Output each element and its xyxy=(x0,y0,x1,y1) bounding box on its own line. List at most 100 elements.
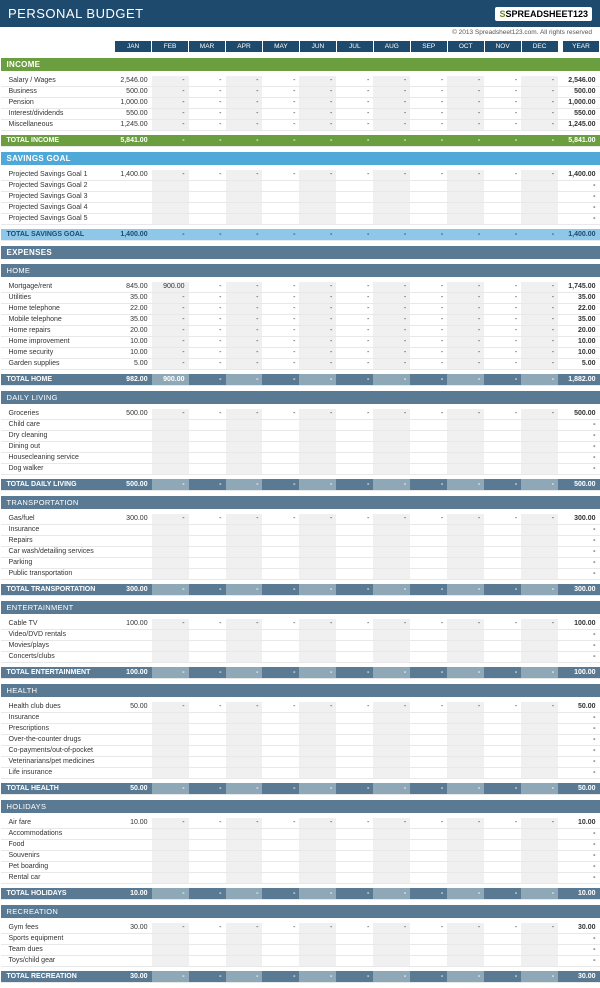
cell[interactable] xyxy=(189,828,226,839)
cell[interactable] xyxy=(299,463,336,474)
cell[interactable]: - xyxy=(373,314,410,325)
cell[interactable]: - xyxy=(373,108,410,119)
cell[interactable] xyxy=(410,651,447,662)
cell[interactable] xyxy=(115,767,152,778)
cell[interactable]: - xyxy=(226,347,263,358)
cell[interactable]: - xyxy=(152,119,189,130)
cell[interactable] xyxy=(115,535,152,546)
cell[interactable] xyxy=(299,712,336,723)
cell[interactable] xyxy=(226,767,263,778)
cell[interactable] xyxy=(115,452,152,463)
cell[interactable] xyxy=(336,441,373,452)
cell[interactable]: - xyxy=(521,170,558,181)
cell[interactable] xyxy=(189,723,226,734)
cell[interactable]: - xyxy=(373,619,410,630)
cell[interactable]: - xyxy=(262,119,299,130)
cell[interactable] xyxy=(373,441,410,452)
cell[interactable] xyxy=(521,419,558,430)
cell[interactable]: - xyxy=(373,282,410,293)
cell[interactable] xyxy=(484,651,521,662)
cell[interactable] xyxy=(262,546,299,557)
cell[interactable] xyxy=(262,180,299,191)
cell[interactable]: - xyxy=(410,923,447,934)
cell[interactable]: - xyxy=(447,292,484,303)
cell[interactable] xyxy=(115,651,152,662)
cell[interactable] xyxy=(226,419,263,430)
cell[interactable] xyxy=(299,191,336,202)
cell[interactable]: - xyxy=(410,108,447,119)
cell[interactable]: - xyxy=(299,314,336,325)
cell[interactable] xyxy=(484,557,521,568)
cell[interactable] xyxy=(521,524,558,535)
cell[interactable]: - xyxy=(447,514,484,525)
cell[interactable]: - xyxy=(410,119,447,130)
cell[interactable]: - xyxy=(189,76,226,87)
cell[interactable] xyxy=(226,441,263,452)
cell[interactable] xyxy=(373,745,410,756)
cell[interactable]: - xyxy=(189,325,226,336)
cell[interactable] xyxy=(336,180,373,191)
cell[interactable]: - xyxy=(226,358,263,369)
cell[interactable]: - xyxy=(447,303,484,314)
cell[interactable]: - xyxy=(226,97,263,108)
cell[interactable]: - xyxy=(189,409,226,420)
cell[interactable]: - xyxy=(189,702,226,713)
cell[interactable] xyxy=(152,944,189,955)
cell[interactable]: - xyxy=(410,336,447,347)
cell[interactable]: - xyxy=(336,97,373,108)
cell[interactable] xyxy=(336,712,373,723)
cell[interactable] xyxy=(299,557,336,568)
cell[interactable]: - xyxy=(262,76,299,87)
cell[interactable] xyxy=(262,839,299,850)
cell[interactable] xyxy=(521,202,558,213)
cell[interactable] xyxy=(226,651,263,662)
cell[interactable] xyxy=(484,734,521,745)
cell[interactable] xyxy=(447,568,484,579)
cell[interactable]: - xyxy=(410,170,447,181)
cell[interactable] xyxy=(373,524,410,535)
cell[interactable] xyxy=(484,828,521,839)
cell[interactable] xyxy=(299,839,336,850)
cell[interactable] xyxy=(336,546,373,557)
cell[interactable]: - xyxy=(336,358,373,369)
cell[interactable] xyxy=(152,872,189,883)
cell[interactable] xyxy=(189,202,226,213)
cell[interactable] xyxy=(373,535,410,546)
cell[interactable] xyxy=(262,524,299,535)
cell[interactable] xyxy=(447,419,484,430)
cell[interactable]: - xyxy=(226,336,263,347)
cell[interactable]: 845.00 xyxy=(115,282,152,293)
cell[interactable]: - xyxy=(521,514,558,525)
cell[interactable] xyxy=(410,629,447,640)
cell[interactable]: - xyxy=(336,514,373,525)
cell[interactable] xyxy=(336,202,373,213)
cell[interactable]: - xyxy=(447,97,484,108)
cell[interactable] xyxy=(521,734,558,745)
cell[interactable] xyxy=(115,745,152,756)
cell[interactable] xyxy=(373,712,410,723)
cell[interactable]: 300.00 xyxy=(115,514,152,525)
cell[interactable] xyxy=(521,933,558,944)
cell[interactable] xyxy=(521,712,558,723)
cell[interactable] xyxy=(410,767,447,778)
cell[interactable] xyxy=(262,419,299,430)
cell[interactable]: - xyxy=(262,97,299,108)
cell[interactable] xyxy=(373,872,410,883)
cell[interactable] xyxy=(152,839,189,850)
cell[interactable] xyxy=(189,850,226,861)
cell[interactable] xyxy=(189,861,226,872)
cell[interactable]: - xyxy=(262,170,299,181)
cell[interactable] xyxy=(189,767,226,778)
cell[interactable] xyxy=(521,191,558,202)
cell[interactable] xyxy=(262,430,299,441)
cell[interactable] xyxy=(484,640,521,651)
cell[interactable]: - xyxy=(152,336,189,347)
cell[interactable] xyxy=(226,723,263,734)
cell[interactable]: - xyxy=(373,292,410,303)
cell[interactable] xyxy=(262,568,299,579)
cell[interactable] xyxy=(373,651,410,662)
cell[interactable]: - xyxy=(336,292,373,303)
cell[interactable] xyxy=(484,955,521,966)
cell[interactable]: - xyxy=(189,292,226,303)
cell[interactable]: - xyxy=(410,86,447,97)
